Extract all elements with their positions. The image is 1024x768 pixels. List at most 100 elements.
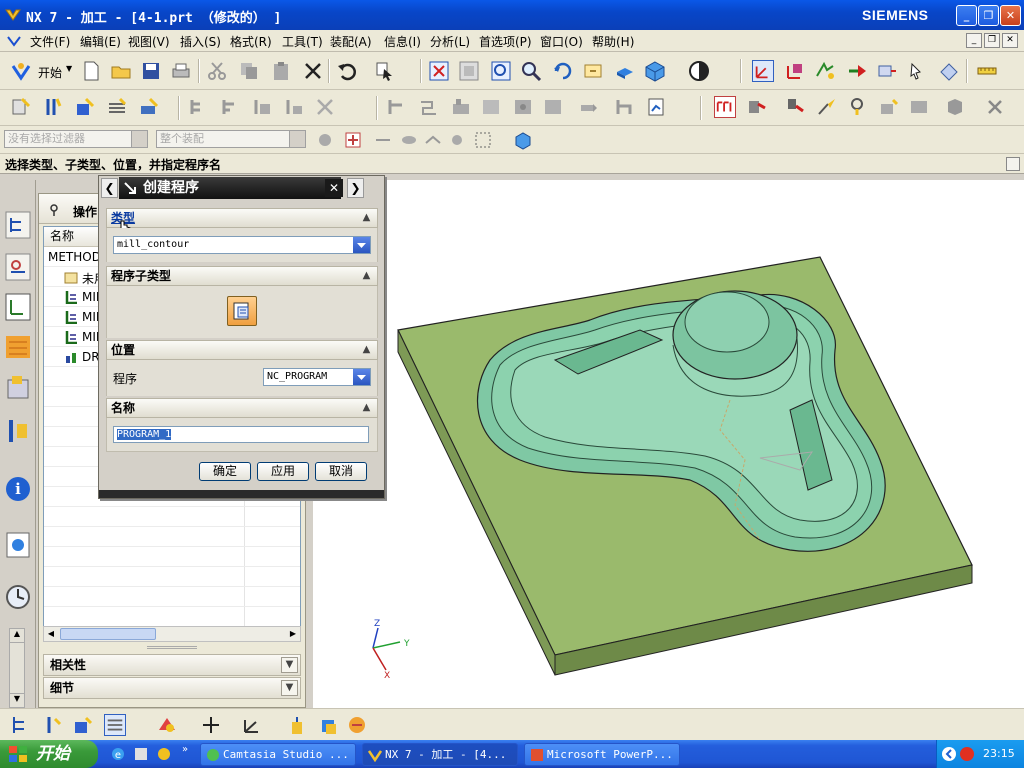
operation-navigator-icon[interactable] (3, 290, 33, 324)
close-toolbar-icon[interactable] (984, 96, 1006, 118)
start-dropdown-icon[interactable]: ▼ (66, 64, 72, 73)
create-geometry-icon[interactable] (74, 96, 96, 118)
snap-mid-icon[interactable] (422, 129, 444, 151)
history-icon[interactable] (3, 580, 33, 614)
reuse-library-icon[interactable] (3, 372, 33, 406)
generate-icon[interactable] (386, 96, 408, 118)
tool-view-icon[interactable] (42, 714, 64, 736)
dialog-close-button[interactable]: ✕ (325, 179, 343, 197)
ok-button[interactable]: 确定 (199, 462, 251, 481)
type-dropdown[interactable]: mill_contour (113, 236, 371, 254)
subtype-section-header[interactable]: 程序子类型 ▲ (106, 266, 378, 286)
task-camtasia[interactable]: Camtasia Studio ... (200, 743, 356, 766)
zoom-window-icon[interactable] (458, 60, 480, 82)
start-button[interactable]: 开始 (38, 64, 62, 81)
delete-object-icon[interactable] (314, 96, 336, 118)
program-order-view-icon[interactable] (188, 96, 210, 118)
open-folder-icon[interactable] (110, 60, 132, 82)
program-subtype-button[interactable] (227, 296, 257, 326)
shop-documentation-icon[interactable] (646, 96, 668, 118)
cut-icon[interactable] (206, 60, 228, 82)
scroll-thumb[interactable] (60, 628, 156, 640)
details-panel[interactable]: 细节 ▼ (43, 677, 301, 699)
menu-edit[interactable]: 编辑(E) (80, 33, 121, 50)
new-file-icon[interactable] (80, 60, 102, 82)
machine-tool-view-icon[interactable] (220, 96, 242, 118)
revolve-icon[interactable] (318, 714, 340, 736)
toolpath-display-icon[interactable] (714, 96, 736, 118)
create-operation-icon[interactable] (138, 96, 160, 118)
shop-doc-icon[interactable] (908, 60, 930, 82)
scope-filter-combo[interactable]: 整个装配 (156, 130, 306, 148)
verify-toolpath-icon[interactable] (480, 96, 502, 118)
ie-icon[interactable]: e (110, 746, 126, 762)
dependencies-panel[interactable]: 相关性 ▼ (43, 654, 301, 676)
print-icon[interactable] (170, 60, 192, 82)
box-select-icon[interactable] (472, 129, 494, 151)
path-edit-icon[interactable] (816, 96, 838, 118)
delete-icon[interactable] (302, 60, 324, 82)
resource-bar-scrollbar[interactable]: ▲ ▼ (9, 628, 25, 708)
navigator-hscrollbar[interactable]: ◀ ▶ (43, 626, 301, 642)
machine-navigator-icon[interactable] (3, 330, 33, 364)
select-filter-icon[interactable] (374, 60, 396, 82)
menu-assembly[interactable]: 装配(A) (330, 33, 372, 50)
create-method-icon[interactable] (106, 96, 128, 118)
menu-help[interactable]: 帮助(H) (592, 33, 634, 50)
collapse-icon[interactable]: ▲ (358, 400, 375, 416)
undo-icon[interactable] (336, 60, 358, 82)
menu-info[interactable]: 信息(I) (384, 33, 421, 50)
information-icon[interactable]: i (3, 472, 33, 506)
mdi-close-button[interactable]: ✕ (1002, 33, 1018, 48)
program-dropdown[interactable]: NC_PROGRAM (263, 368, 371, 386)
wcs-icon[interactable] (688, 60, 710, 82)
zoom-icon[interactable] (520, 60, 542, 82)
media-player-icon[interactable] (133, 746, 149, 762)
blank-icon[interactable] (908, 96, 930, 118)
rotate-icon[interactable] (552, 60, 574, 82)
program-name-input[interactable]: PROGRAM_1 (113, 426, 369, 443)
part-material-icon[interactable] (944, 96, 966, 118)
snap-point-icon[interactable] (342, 129, 364, 151)
dialog-prev-button[interactable]: ❮ (101, 178, 118, 198)
quick-launch-more-icon[interactable]: » (182, 744, 188, 755)
method-view-icon[interactable] (104, 714, 126, 736)
spindle-icon[interactable] (846, 96, 868, 118)
postprocess-icon[interactable] (876, 60, 898, 82)
pan-icon[interactable] (582, 60, 604, 82)
filter-settings-icon[interactable] (314, 129, 336, 151)
render-style-icon[interactable] (614, 60, 636, 82)
menu-window[interactable]: 窗口(O) (540, 33, 583, 50)
menu-preferences[interactable]: 首选项(P) (479, 33, 532, 50)
restore-button[interactable]: ❐ (978, 5, 999, 26)
type-section-header[interactable]: 类型 ▲ (106, 208, 378, 228)
mdi-minimize-button[interactable]: _ (966, 33, 982, 48)
orient-view-icon[interactable] (644, 60, 666, 82)
collapse-icon[interactable]: ▲ (358, 342, 375, 358)
tray-back-icon[interactable] (941, 746, 957, 762)
name-section-header[interactable]: 名称 ▲ (106, 398, 378, 418)
paste-icon[interactable] (270, 60, 292, 82)
collapse-icon[interactable]: ▲ (358, 268, 375, 284)
transform-icon[interactable] (614, 96, 636, 118)
snap-intersect-icon[interactable] (446, 129, 468, 151)
menu-tools[interactable]: 工具(T) (282, 33, 323, 50)
show-3d-icon[interactable] (746, 96, 768, 118)
datum-csys-icon[interactable] (242, 714, 264, 736)
create-program-icon[interactable] (10, 96, 32, 118)
fit-view-icon[interactable] (428, 60, 450, 82)
output-cls-icon[interactable] (938, 60, 960, 82)
splitter-handle[interactable] (147, 646, 197, 649)
coordinate-system-icon[interactable] (752, 60, 774, 82)
part-model[interactable]: Z Y X (313, 180, 1024, 708)
zoom-area-icon[interactable] (490, 60, 512, 82)
cue-toggle-button[interactable] (1006, 157, 1020, 171)
pin-icon[interactable] (47, 203, 61, 217)
menu-analysis[interactable]: 分析(L) (430, 33, 470, 50)
web-browser-icon[interactable] (3, 528, 33, 562)
feature-icon[interactable] (156, 714, 178, 736)
post-icon[interactable] (578, 96, 600, 118)
constraint-navigator-icon[interactable] (3, 250, 33, 284)
program-view-icon[interactable] (10, 714, 32, 736)
component-select-icon[interactable] (512, 129, 534, 151)
